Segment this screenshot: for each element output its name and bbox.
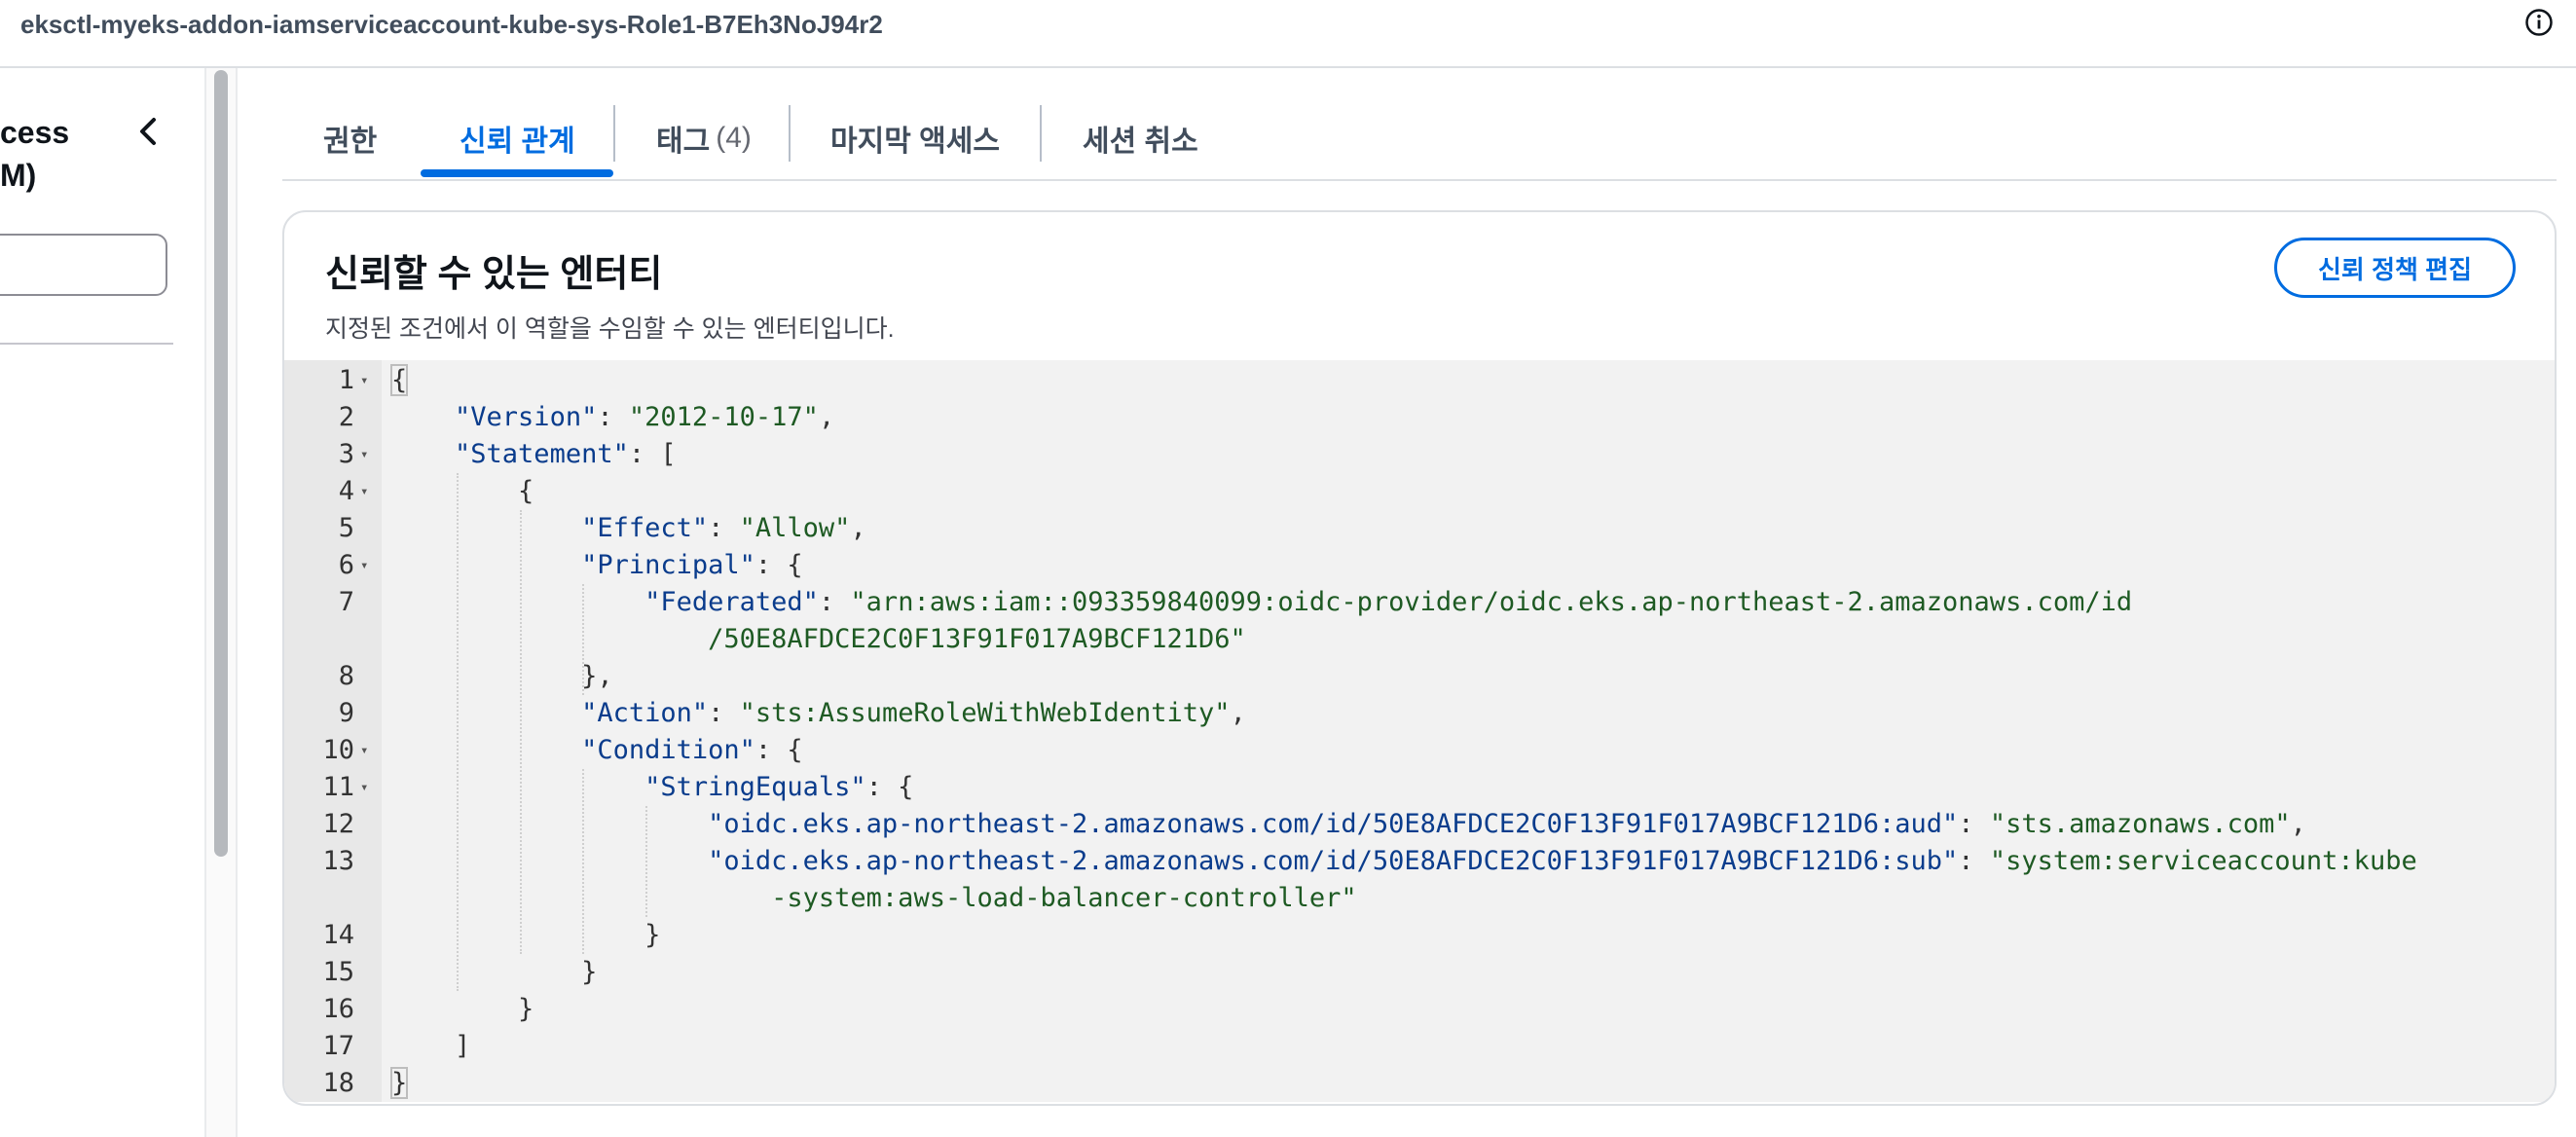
line-number: 15 <box>322 957 354 987</box>
nav-divider <box>0 343 173 345</box>
chevron-left-icon[interactable] <box>134 112 162 151</box>
line-number: 1 <box>338 365 354 395</box>
code-line: "Effect": "Allow", <box>581 513 866 543</box>
code-line: } <box>391 957 598 987</box>
line-number: 10 <box>322 735 354 765</box>
line-number: 8 <box>338 661 354 691</box>
line-number: 6 <box>338 550 354 580</box>
code-line: } <box>391 920 661 950</box>
code-line: { <box>389 364 409 396</box>
tabs-baseline <box>282 179 2557 181</box>
indent-guide <box>456 473 459 991</box>
code-line: ] <box>391 1031 471 1061</box>
tab-separator <box>1040 105 1042 162</box>
fold-toggle-icon[interactable]: ▾ <box>360 473 368 510</box>
fold-toggle-icon[interactable]: ▾ <box>360 769 368 806</box>
indent-guide <box>582 584 585 695</box>
code-line: -system:aws-load-balancer-controller" <box>771 883 1357 913</box>
role-name-title: eksctl-myeks-addon-iamserviceaccount-kub… <box>20 10 883 39</box>
code-line: "StringEquals": { <box>644 772 914 802</box>
line-number: 3 <box>338 439 354 469</box>
indent-guide <box>519 510 522 954</box>
line-number: 4 <box>338 476 354 506</box>
line-number: 14 <box>322 920 354 950</box>
code-line: "Condition": { <box>581 735 803 765</box>
code-line: }, <box>391 661 613 691</box>
code-line: { <box>391 476 534 506</box>
role-header-bar: eksctl-myeks-addon-iamserviceaccount-kub… <box>0 0 2576 68</box>
edit-trust-policy-button[interactable]: 신뢰 정책 편집 <box>2274 238 2516 298</box>
trusted-entities-panel: 신뢰할 수 있는 엔터티 지정된 조건에서 이 역할을 수임할 수 있는 엔터티… <box>282 210 2557 1106</box>
indent-guide <box>582 769 585 954</box>
nav-search-input[interactable] <box>0 234 167 296</box>
scrollbar-thumb[interactable] <box>214 70 228 857</box>
line-number: 9 <box>338 698 354 728</box>
line-number: 13 <box>322 846 354 876</box>
tab-separator <box>613 105 615 162</box>
tab-trust-relationships[interactable]: 신뢰 관계 <box>460 101 575 175</box>
tab-revoke-sessions[interactable]: 세션 취소 <box>1083 101 1198 175</box>
trust-policy-code-viewer[interactable]: 1 ▾ 2 3 ▾ 4 ▾ 5 6 ▾ 7 8 9 10 ▾ 11 ▾ 12 13 14 15 16 17 18 { "Ver… <box>284 360 2555 1102</box>
nav-title-line2: M) <box>0 158 37 193</box>
nav-title: cess M) <box>0 111 117 197</box>
tab-last-accessed[interactable]: 마지막 액세스 <box>830 101 1000 175</box>
active-tab-indicator <box>421 169 613 177</box>
tab-tags-count: (4) <box>716 122 752 154</box>
nav-title-line1: cess <box>0 115 70 150</box>
line-number-gutter: 1 ▾ 2 3 ▾ 4 ▾ 5 6 ▾ 7 8 9 10 ▾ 11 ▾ 12 13 14 15 16 17 18 <box>284 360 382 1102</box>
fold-toggle-icon[interactable]: ▾ <box>360 436 368 473</box>
code-line: "oidc.eks.ap-northeast-2.amazonaws.com/i… <box>708 846 2417 876</box>
info-icon[interactable] <box>2524 8 2554 37</box>
nav-scrollbar[interactable] <box>204 68 238 1137</box>
fold-toggle-icon[interactable]: ▾ <box>360 547 368 584</box>
code-line: "Version": "2012-10-17", <box>455 402 835 432</box>
line-number: 17 <box>322 1031 354 1061</box>
panel-description: 지정된 조건에서 이 역할을 수임할 수 있는 엔터티입니다. <box>325 315 895 343</box>
line-number: 16 <box>322 994 354 1024</box>
fold-toggle-icon[interactable]: ▾ <box>360 732 368 769</box>
panel-title: 신뢰할 수 있는 엔터티 <box>325 254 663 295</box>
code-line: "Principal": { <box>581 550 803 580</box>
code-line: } <box>391 994 534 1024</box>
line-number: 11 <box>322 772 354 802</box>
code-line: "Statement": [ <box>455 439 677 469</box>
fold-toggle-icon[interactable]: ▾ <box>360 362 368 399</box>
role-tabs: 권한 신뢰 관계 태그 (4) 마지막 액세스 세션 취소 <box>282 101 2557 179</box>
line-number: 5 <box>338 513 354 543</box>
tab-separator <box>789 105 791 162</box>
line-number: 18 <box>322 1068 354 1098</box>
code-line: "Federated": "arn:aws:iam::093359840099:… <box>644 587 2133 617</box>
code-line: } <box>389 1067 409 1099</box>
line-number: 12 <box>322 809 354 839</box>
line-number: 7 <box>338 587 354 617</box>
indent-guide <box>645 806 648 917</box>
line-number: 2 <box>338 402 354 432</box>
code-line: "oidc.eks.ap-northeast-2.amazonaws.com/i… <box>708 809 2306 839</box>
side-navigation: cess M) <box>0 68 204 1137</box>
tab-permissions[interactable]: 권한 <box>323 101 377 175</box>
tab-tags[interactable]: 태그 (4) <box>656 101 752 175</box>
